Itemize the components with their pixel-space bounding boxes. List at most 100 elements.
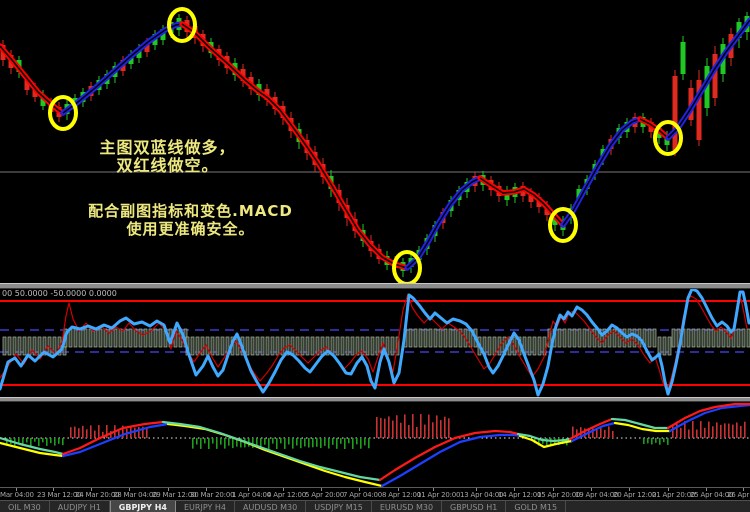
- macd-histogram-bar: [228, 438, 230, 446]
- chart-tab-oil-m30[interactable]: OIL M30: [0, 501, 50, 512]
- macd-histogram-bar: [444, 417, 446, 438]
- macd-histogram-bar: [736, 422, 738, 438]
- oscillator-histogram-bar: [341, 337, 344, 355]
- oscillator-histogram-bar: [424, 329, 427, 347]
- macd-histogram-bar: [688, 430, 690, 438]
- oscillator-histogram-bar: [211, 337, 214, 355]
- oscillator-histogram-bar: [737, 329, 740, 347]
- oscillator-histogram-bar: [488, 337, 491, 355]
- macd-histogram-bar: [376, 417, 378, 438]
- oscillator-histogram-bar: [439, 329, 442, 347]
- chart-tab-usdjpy-m15[interactable]: USDJPY M15: [306, 501, 372, 512]
- oscillator-histogram-bar: [454, 329, 457, 347]
- macd-histogram-bar: [352, 438, 354, 449]
- oscillator-histogram-bar: [493, 337, 496, 355]
- macd-histogram-bar: [134, 428, 136, 438]
- chart-tab-gold-m15[interactable]: GOLD M15: [506, 501, 566, 512]
- macd-histogram-bar: [692, 421, 694, 438]
- oscillator-histogram-bar: [558, 329, 561, 347]
- macd-histogram-bar: [368, 438, 370, 448]
- time-label: 7 Apr 04:00: [343, 491, 382, 499]
- oscillator-histogram-bar: [573, 329, 576, 347]
- macd-histogram-bar: [348, 438, 350, 443]
- oscillator-histogram-bar: [429, 329, 432, 347]
- oscillator-histogram-bar: [712, 329, 715, 347]
- annotation-line-3: 配合副图指标和变色.MACD: [48, 202, 333, 220]
- time-label: 1 Apr 04:00: [232, 491, 271, 499]
- macd-histogram-bar: [308, 438, 310, 448]
- macd-histogram-bar: [708, 422, 710, 438]
- chart-tab-gbpusd-h1[interactable]: GBPUSD H1: [442, 501, 506, 512]
- macd-histogram-bar: [328, 438, 330, 449]
- macd-histogram-bar: [332, 438, 334, 445]
- macd-histogram-bar: [304, 438, 306, 446]
- oscillator-histogram-bar: [306, 337, 309, 355]
- candle-body: [681, 42, 686, 74]
- oscillator-histogram-bar: [391, 337, 394, 355]
- macd-histogram-bar: [412, 414, 414, 438]
- oscillator-histogram-bar: [38, 337, 41, 355]
- macd-histogram-bar: [320, 438, 322, 448]
- macd-histogram-bar: [208, 438, 210, 449]
- macd-histogram-bar: [612, 431, 614, 438]
- oscillator-histogram-bar: [144, 329, 147, 347]
- macd-histogram-bar: [428, 415, 430, 438]
- oscillator-histogram-bar: [23, 337, 26, 355]
- chart-canvas[interactable]: [0, 0, 750, 487]
- macd-histogram-bar: [720, 425, 722, 438]
- macd-histogram-bar: [46, 438, 48, 446]
- macd-histogram-bar: [436, 415, 438, 438]
- macd-histogram-bar: [26, 438, 28, 442]
- oscillator-histogram-bar: [266, 337, 269, 355]
- oscillator-histogram-bar: [717, 329, 720, 347]
- chart-tab-audjpy-h1[interactable]: AUDJPY H1: [50, 501, 110, 512]
- chart-tab-gbpjpy-h4[interactable]: GBPJPY H4: [110, 501, 176, 512]
- annotation-line-1: 主图双蓝线做多，: [60, 139, 275, 157]
- oscillator-histogram-bar: [18, 337, 21, 355]
- oscillator-histogram-bar: [419, 329, 422, 347]
- macd-histogram-bar: [192, 438, 194, 449]
- macd-histogram-bar: [716, 422, 718, 438]
- oscillator-histogram-bar: [3, 337, 6, 355]
- panel-divider-oscillator-macd[interactable]: [0, 397, 750, 402]
- time-label: 28 Mar 04:00: [113, 491, 157, 499]
- macd-histogram-bar: [42, 438, 44, 442]
- macd-histogram-bar: [380, 418, 382, 438]
- macd-histogram-bar: [252, 438, 254, 448]
- oscillator-histogram-bar: [251, 337, 254, 355]
- macd-histogram-bar: [268, 438, 270, 449]
- macd-histogram-bar: [336, 438, 338, 449]
- macd-histogram-bar: [655, 438, 657, 443]
- macd-histogram-bar: [74, 427, 76, 438]
- macd-histogram-bar: [196, 438, 198, 445]
- chart-tab-audusd-m30[interactable]: AUDUSD M30: [235, 501, 306, 512]
- macd-histogram-bar: [212, 438, 214, 444]
- chart-annotation-sub: 配合副图指标和变色.MACD 使用更准确安全。: [48, 202, 333, 238]
- time-label: 30 Mar 20:00: [190, 491, 234, 499]
- oscillator-histogram-bar: [648, 329, 651, 347]
- chart-tab-eurjpy-h4[interactable]: EURJPY H4: [176, 501, 235, 512]
- oscillator-histogram-bar: [321, 337, 324, 355]
- macd-histogram-bar: [324, 438, 326, 446]
- annotation-line-4: 使用更准确安全。: [48, 220, 333, 238]
- macd-histogram-bar: [400, 423, 402, 438]
- macd-histogram-bar: [408, 425, 410, 438]
- oscillator-histogram-bar: [256, 337, 259, 355]
- time-label: 20 Apr 12:00: [613, 491, 656, 499]
- time-label: 21 Apr 20:00: [652, 491, 695, 499]
- macd-histogram-bar: [200, 438, 202, 449]
- oscillator-histogram-bar: [8, 337, 11, 355]
- macd-histogram-bar: [98, 425, 100, 438]
- macd-histogram-bar: [592, 428, 594, 438]
- macd-histogram-bar: [220, 438, 222, 445]
- time-label: 14 Apr 12:00: [498, 491, 541, 499]
- time-axis[interactable]: Mar 04:0023 Mar 12:0024 Mar 20:0028 Mar …: [0, 487, 750, 501]
- chart-tab-eurusd-m30[interactable]: EURUSD M30: [372, 501, 442, 512]
- time-label: Mar 04:00: [0, 491, 34, 499]
- macd-histogram-bar: [292, 438, 294, 449]
- oscillator-histogram-bar: [356, 337, 359, 355]
- macd-histogram-bar: [392, 421, 394, 438]
- macd-histogram-bar: [667, 438, 669, 445]
- time-label: 4 Apr 12:00: [267, 491, 306, 499]
- macd-histogram-bar: [224, 438, 226, 449]
